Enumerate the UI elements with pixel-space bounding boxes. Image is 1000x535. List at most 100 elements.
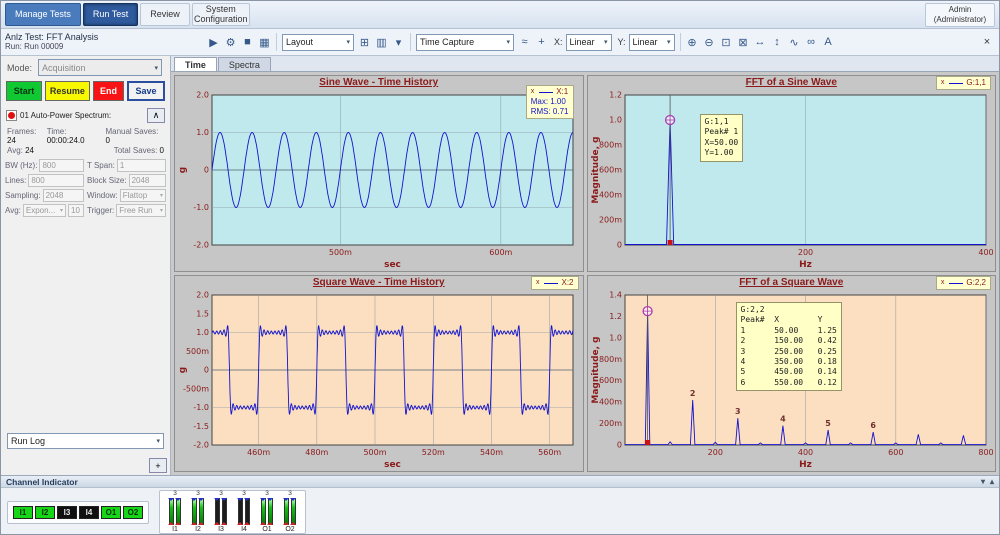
x-scale-select[interactable]: Linear▾ xyxy=(566,34,612,51)
svg-text:Magnitude, g: Magnitude, g xyxy=(591,336,601,403)
pan-vertical-icon[interactable]: ↕ xyxy=(769,33,786,52)
end-button[interactable]: End xyxy=(93,81,124,101)
mode-select[interactable]: Acquisition▾ xyxy=(38,59,162,76)
param-input-window[interactable]: Flattop▾ xyxy=(120,189,166,202)
peak-table-annotation[interactable]: G:2,2 Peak# X Y 1 50.00 1.25 2 150.00 0.… xyxy=(736,302,842,391)
channel-meter-i2: 3I2 xyxy=(192,491,204,534)
zoom-fit-icon[interactable]: ⊠ xyxy=(735,33,752,52)
param-input-tspan[interactable]: 1 xyxy=(117,159,166,172)
admin-user-button[interactable]: Admin (Administrator) xyxy=(925,3,995,27)
param-label-sampling: Sampling: xyxy=(5,191,41,200)
channel-button-i4[interactable]: I4 xyxy=(79,506,99,519)
stop-test-icon[interactable]: ■ xyxy=(239,33,256,52)
tab-time[interactable]: Time xyxy=(174,57,217,71)
annotation-icon[interactable]: A xyxy=(820,33,837,52)
pan-horizontal-icon[interactable]: ↔ xyxy=(752,33,769,52)
svg-text:1.0: 1.0 xyxy=(196,328,209,337)
top-tab-bar: Manage Tests Run Test Review System Conf… xyxy=(1,1,999,29)
chart-square-time-history[interactable]: Square Wave - Time History xX:2 460m480m… xyxy=(174,275,584,472)
fft-sine-plot[interactable]: 2004001.21.0800m600m400m200m0HzMagnitude… xyxy=(589,89,995,270)
expand-chevron-icon[interactable]: ▴ xyxy=(990,477,994,486)
close-view-icon[interactable]: × xyxy=(979,34,995,50)
report-icon[interactable]: ▦ xyxy=(256,33,273,52)
save-button[interactable]: Save xyxy=(127,81,165,101)
svg-text:400: 400 xyxy=(978,248,993,257)
trace-icon[interactable]: ≈ xyxy=(516,33,533,52)
channel-indicator-title: Channel Indicator xyxy=(6,477,78,487)
pane-layout-dropdown-icon[interactable]: ▾ xyxy=(390,33,407,52)
svg-text:520m: 520m xyxy=(422,448,445,457)
y-axis-label: Y: xyxy=(618,37,626,47)
sine-time-plot[interactable]: 500m600m2.01.00-1.0-2.0secg xyxy=(176,89,582,270)
chart-sine-time-history[interactable]: Sine Wave - Time History xX:1 Max: 1.00 … xyxy=(174,75,584,272)
link-icon[interactable]: ∞ xyxy=(803,33,820,52)
params-grid: BW (Hz):800T Span:1Lines:800Block Size:2… xyxy=(1,157,170,219)
chart-workspace: Time Spectra Sine Wave - Time History xX… xyxy=(171,56,999,475)
svg-text:sec: sec xyxy=(384,260,401,270)
app-window: Manage Tests Run Test Review System Conf… xyxy=(0,0,1000,535)
settings-gear-icon[interactable]: ⚙ xyxy=(222,33,239,52)
resume-button[interactable]: Resume xyxy=(45,81,90,101)
svg-text:0: 0 xyxy=(616,441,621,450)
tab-run-test[interactable]: Run Test xyxy=(83,3,138,26)
record-checkbox[interactable] xyxy=(6,110,17,121)
param-input-avg-count[interactable]: 10 xyxy=(68,204,84,217)
param-input-trigger[interactable]: Free Run▾ xyxy=(116,204,166,217)
tab-spectra[interactable]: Spectra xyxy=(218,57,271,71)
chart-fft-sine[interactable]: FFT of a Sine Wave xG:1,1 2004001.21.080… xyxy=(587,75,997,272)
svg-text:500m: 500m xyxy=(363,448,386,457)
channel-button-i1[interactable]: I1 xyxy=(13,506,33,519)
peak-annotation[interactable]: G:1,1 Peak# 1 X=50.00 Y=1.00 xyxy=(700,114,744,162)
y-scale-select[interactable]: Linear▾ xyxy=(629,34,675,51)
param-input-avg[interactable]: Expon...▾ xyxy=(23,204,66,217)
start-test-icon[interactable]: ▶ xyxy=(205,33,222,52)
stat-manualsaves: Manual Saves: 0 xyxy=(105,127,164,145)
channel-meter-i3: 3I3 xyxy=(215,491,227,534)
param-input-blocksize[interactable]: 2048 xyxy=(129,174,166,187)
svg-text:1.0: 1.0 xyxy=(196,128,209,137)
param-input-sampling[interactable]: 2048 xyxy=(43,189,84,202)
collapse-chevron-icon[interactable]: ▾ xyxy=(981,477,985,486)
run-log-select[interactable]: Run Log▾ xyxy=(7,433,164,449)
signal-type-select[interactable]: Time Capture▾ xyxy=(416,34,514,51)
cursor-icon[interactable]: + xyxy=(533,33,550,52)
zoom-out-icon[interactable]: ⊖ xyxy=(701,33,718,52)
layout-select[interactable]: Layout▾ xyxy=(282,34,354,51)
param-input-lines[interactable]: 800 xyxy=(28,174,84,187)
new-pane-icon[interactable]: ⊞ xyxy=(356,33,373,52)
svg-text:1.2: 1.2 xyxy=(609,91,622,100)
tab-review[interactable]: Review xyxy=(140,3,190,26)
channel-meters: 3I13I23I33I43O13O2 xyxy=(159,490,306,534)
main-toolbar: Anlz Test: FFT Analysis Run: Run 00009 ▶… xyxy=(1,29,999,56)
stat-time: Time: 00:00:24.0 xyxy=(47,127,106,145)
meter-bar xyxy=(261,498,266,525)
spectrum-display-button[interactable]: ∧ xyxy=(147,108,165,123)
channel-button-i2[interactable]: I2 xyxy=(35,506,55,519)
svg-text:4: 4 xyxy=(780,415,786,424)
admin-user-name: Admin xyxy=(949,5,972,14)
svg-text:800m: 800m xyxy=(598,355,621,364)
zoom-in-icon[interactable]: ⊕ xyxy=(684,33,701,52)
admin-user-role: (Administrator) xyxy=(934,15,986,24)
svg-text:-1.5: -1.5 xyxy=(193,422,209,431)
channel-button-o2[interactable]: O2 xyxy=(123,506,143,519)
wave-icon[interactable]: ∿ xyxy=(786,33,803,52)
tab-manage-tests[interactable]: Manage Tests xyxy=(5,3,81,26)
param-input-bwhz[interactable]: 800 xyxy=(39,159,84,172)
tab-system-configuration[interactable]: System Configuration xyxy=(192,3,250,26)
add-panel-button[interactable]: + xyxy=(149,458,167,473)
chart-fft-square[interactable]: FFT of a Square Wave xG:2,2 200400600800… xyxy=(587,275,997,472)
start-button[interactable]: Start xyxy=(6,81,42,101)
param-label-tspan: T Span: xyxy=(87,161,115,170)
zoom-box-icon[interactable]: ⊡ xyxy=(718,33,735,52)
svg-text:600m: 600m xyxy=(598,376,621,385)
svg-text:1.0: 1.0 xyxy=(609,333,622,342)
svg-text:200: 200 xyxy=(797,248,812,257)
pane-layout-icon[interactable]: ▥ xyxy=(373,33,390,52)
channel-button-i3[interactable]: I3 xyxy=(57,506,77,519)
square-time-plot[interactable]: 460m480m500m520m540m560m2.01.51.0500m0-5… xyxy=(176,289,582,470)
chart-title: FFT of a Sine Wave xyxy=(588,77,996,88)
svg-text:800: 800 xyxy=(978,448,993,457)
chevron-down-icon: ▾ xyxy=(342,38,350,46)
channel-button-o1[interactable]: O1 xyxy=(101,506,121,519)
